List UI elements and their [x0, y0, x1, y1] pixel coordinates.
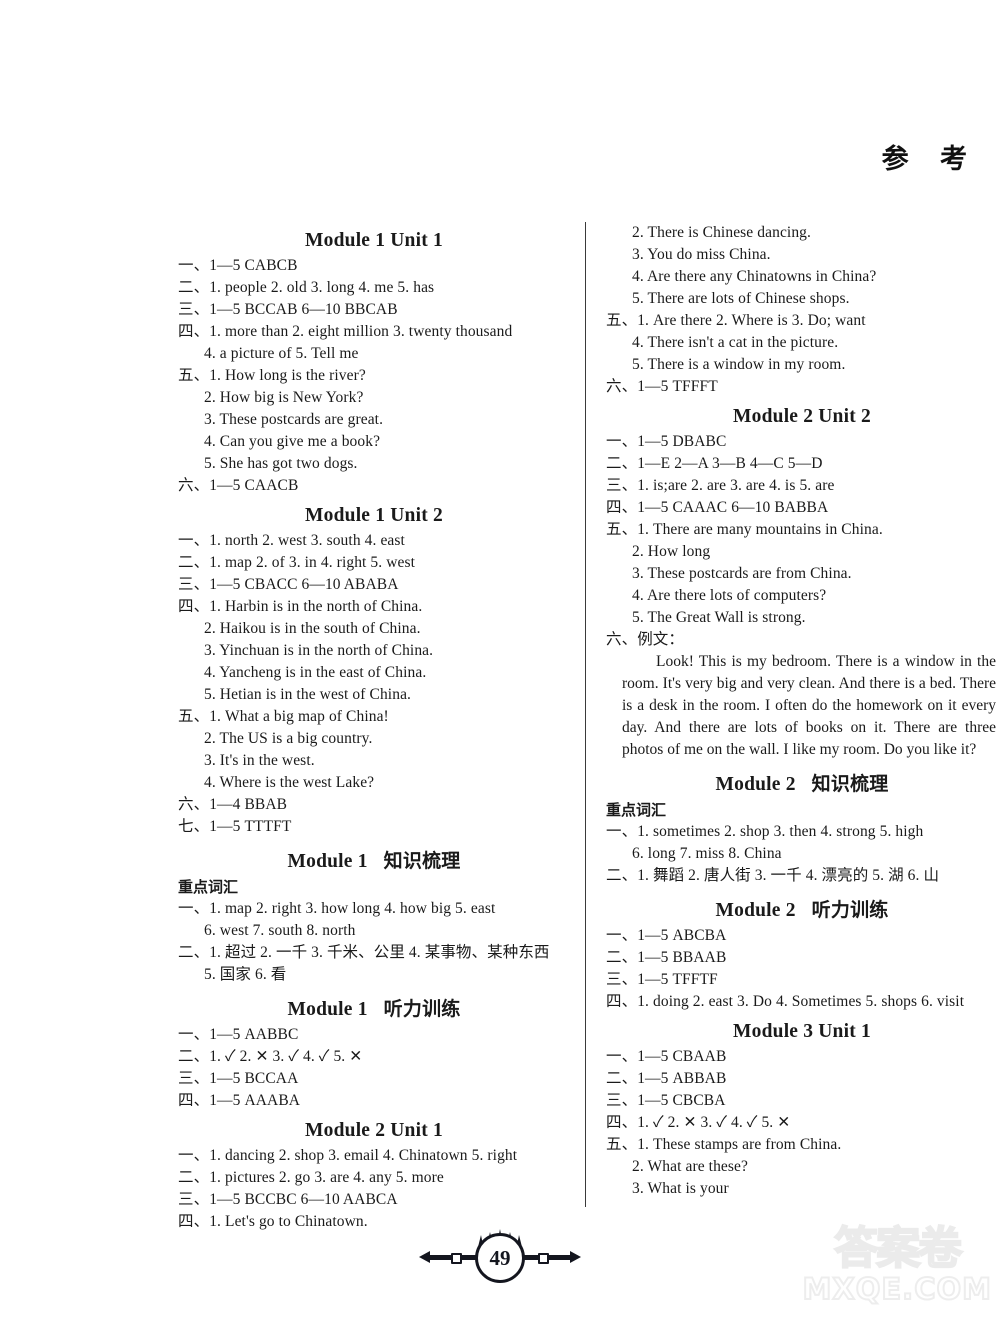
answer-line: 2. What are these?: [632, 1158, 748, 1175]
answer-line: 二、1. pictures 2. go 3. are 4. any 5. mor…: [178, 1169, 444, 1186]
answer-line: 3. What is your: [632, 1180, 729, 1197]
answer-line: 2. Haikou is in the south of China.: [204, 620, 421, 637]
answer-line: 四、1—5 AAABA: [178, 1092, 301, 1109]
answer-line: 二、1—E 2—A 3—B 4—C 5—D: [606, 455, 823, 472]
answer-line: 5. 国家 6. 看: [204, 966, 287, 983]
answer-line: 一、1. sometimes 2. shop 3. then 4. strong…: [606, 823, 924, 840]
answer-line: 三、1—5 CBACC 6—10 ABABA: [178, 576, 399, 593]
answer-line: 三、1—5 BCCBC 6—10 AABCA: [178, 1191, 398, 1208]
answer-line: 六、1—5 CAACB: [178, 477, 299, 494]
answer-line: 3. Yinchuan is in the north of China.: [204, 642, 434, 659]
answer-line: 二、1. 舞蹈 2. 唐人街 3. 一千 4. 漂亮的 5. 湖 6. 山: [606, 867, 940, 884]
answer-line: 四、1. ✓ 2. ✕ 3. ✓ 4. ✓ 5. ✕: [606, 1114, 791, 1131]
answer-line: 4. Yancheng is in the east of China.: [204, 664, 427, 681]
answer-line: 5. There is a window in my room.: [632, 356, 846, 373]
answer-key-body: Module 1 Unit 1 一、1—5 CABCB 二、1. people 2.…: [178, 222, 998, 1233]
answer-line: 5. The Great Wall is strong.: [632, 609, 806, 626]
section-heading-en: Module 2: [715, 900, 796, 921]
answer-line: 3. It's in the west.: [204, 752, 315, 769]
answer-line: 5. There are lots of Chinese shops.: [632, 290, 850, 307]
page-number: 49: [475, 1233, 525, 1283]
left-column: Module 1 Unit 1 一、1—5 CABCB 二、1. people 2.…: [178, 222, 582, 1233]
section-heading: Module 2 听力训练: [606, 895, 998, 922]
answer-line: 3. You do miss China.: [632, 246, 771, 263]
section-heading-en: Module 1: [287, 851, 368, 872]
answer-line: 四、1—5 CAAAC 6—10 BABBA: [606, 499, 829, 516]
answer-line: 二、1. people 2. old 3. long 4. me 5. has: [178, 279, 435, 296]
watermark: 答案卷 MXQE.COM: [802, 1223, 992, 1307]
ornament-dot-left: [451, 1253, 462, 1264]
answer-line: 3. These postcards are from China.: [632, 565, 852, 582]
answer-line: 一、1—5 CBAAB: [606, 1048, 727, 1065]
answer-line: 三、1—5 BCCAA: [178, 1070, 299, 1087]
answer-line: 一、1. dancing 2. shop 3. email 4. Chinato…: [178, 1147, 518, 1164]
answer-line: 三、1. is;are 2. are 3. are 4. is 5. are: [606, 477, 835, 494]
section-heading: Module 1 听力训练: [178, 994, 570, 1021]
section-heading: Module 2 Unit 2: [733, 406, 871, 427]
answer-line: 三、1—5 TFFTF: [606, 971, 718, 988]
vocab-subheading: 重点词汇: [606, 801, 667, 819]
answer-line: 六、例文：: [606, 631, 685, 648]
answer-line: 四、1. more than 2. eight million 3. twent…: [178, 323, 513, 340]
answer-line: 一、1. north 2. west 3. south 4. east: [178, 532, 405, 549]
section-heading-cn: 知识梳理: [383, 850, 461, 872]
answer-line: 五、1. What a big map of China!: [178, 708, 389, 725]
answer-line: 4. Are there any Chinatowns in China?: [632, 268, 877, 285]
answer-line: 6. west 7. south 8. north: [204, 922, 356, 939]
answer-line: 4. There isn't a cat in the picture.: [632, 334, 839, 351]
watermark-url-text: MXQE.COM: [802, 1272, 992, 1306]
answer-line: 2. How long: [632, 543, 711, 560]
answer-line: 二、1—5 ABBAB: [606, 1070, 727, 1087]
answer-line: 6. long 7. miss 8. China: [632, 845, 782, 862]
section-heading-cn: 知识梳理: [811, 773, 889, 795]
answer-line: 二、1. 超过 2. 一千 3. 千米、公里 4. 某事物、某种东西: [178, 944, 550, 961]
answer-line: 一、1—5 DBABC: [606, 433, 727, 450]
vocab-subheading: 重点词汇: [178, 878, 239, 896]
section-heading-en: Module 1: [287, 999, 368, 1020]
section-heading: Module 3 Unit 1: [733, 1021, 871, 1042]
section-heading: Module 1 Unit 1: [305, 230, 443, 251]
answer-line: 六、1—5 TFFFT: [606, 378, 718, 395]
answer-line: 四、1. Harbin is in the north of China.: [178, 598, 423, 615]
answer-line: 5. She has got two dogs.: [204, 455, 358, 472]
section-heading-en: Module 2: [715, 774, 796, 795]
answer-line: 二、1—5 BBAAB: [606, 949, 727, 966]
answer-line: 三、1—5 CBCBA: [606, 1092, 726, 1109]
answer-line: 一、1—5 ABCBA: [606, 927, 727, 944]
section-heading: Module 1 Unit 2: [305, 505, 443, 526]
right-column: 2. There is Chinese dancing. 3. You do mi…: [582, 222, 998, 1200]
section-heading: Module 1 知识梳理: [178, 846, 570, 873]
page-number-ornament: 49: [419, 1229, 581, 1283]
answer-line: 5. Hetian is in the west of China.: [204, 686, 412, 703]
answer-line: 五、1. Are there 2. Where is 3. Do; want: [606, 312, 866, 329]
answer-line: 一、1. map 2. right 3. how long 4. how big…: [178, 900, 496, 917]
answer-line: 4. Are there lots of computers?: [632, 587, 827, 604]
answer-line: 二、1. ✓ 2. ✕ 3. ✓ 4. ✓ 5. ✕: [178, 1048, 363, 1065]
answer-line: 五、1. These stamps are from China.: [606, 1136, 842, 1153]
answer-line: 六、1—4 BBAB: [178, 796, 288, 813]
answer-line: 4. Can you give me a book?: [204, 433, 381, 450]
answer-line: 4. Where is the west Lake?: [204, 774, 375, 791]
watermark-cn-text: 答案卷: [833, 1223, 963, 1274]
answer-line: 五、1. How long is the river?: [178, 367, 366, 384]
answer-line: 4. a picture of 5. Tell me: [204, 345, 359, 362]
answer-line: 一、1—5 AABBC: [178, 1026, 299, 1043]
answer-line: 2. The US is a big country.: [204, 730, 373, 747]
section-heading: Module 2 知识梳理: [606, 769, 998, 796]
ornament-dot-right: [538, 1253, 549, 1264]
section-heading-cn: 听力训练: [811, 899, 889, 921]
answer-line: 四、1. doing 2. east 3. Do 4. Sometimes 5.…: [606, 993, 965, 1010]
answer-line: 2. How big is New York?: [204, 389, 364, 406]
answer-line: 一、1—5 CABCB: [178, 257, 298, 274]
answer-line: 2. There is Chinese dancing.: [632, 224, 811, 241]
answer-line: 3. These postcards are great.: [204, 411, 384, 428]
answer-line: 五、1. There are many mountains in China.: [606, 521, 883, 538]
answer-line: 二、1. map 2. of 3. in 4. right 5. west: [178, 554, 416, 571]
answer-line: 七、1—5 TTTFT: [178, 818, 292, 835]
page-title: 参 考: [881, 144, 978, 175]
section-heading-cn: 听力训练: [383, 998, 461, 1020]
section-heading: Module 2 Unit 1: [305, 1120, 443, 1141]
answer-line: 三、1—5 BCCAB 6—10 BBCAB: [178, 301, 398, 318]
sample-essay: Look! This is my bedroom. There is a win…: [622, 653, 996, 758]
